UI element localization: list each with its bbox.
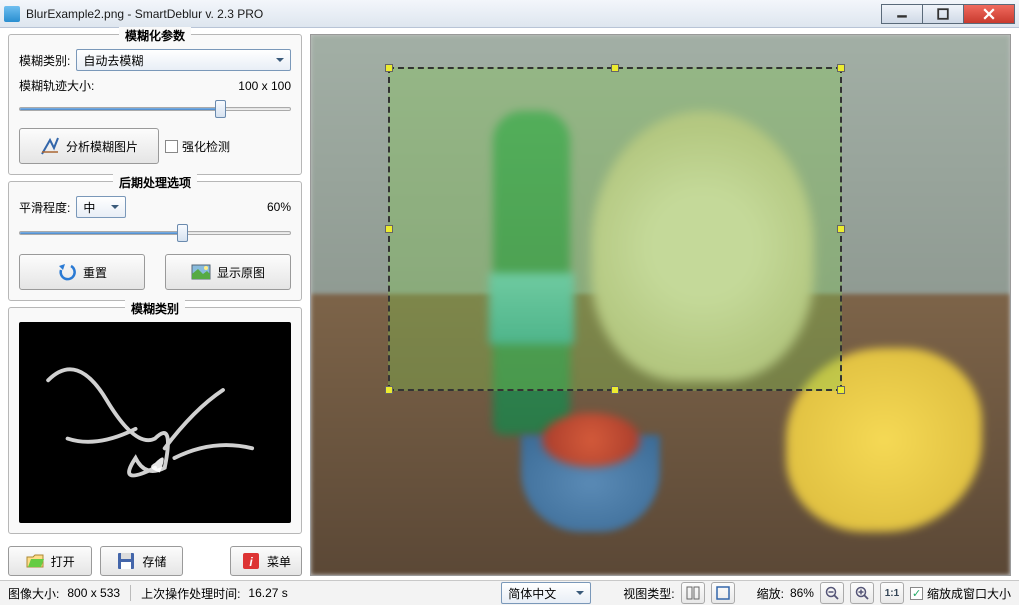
info-icon: i <box>241 551 261 571</box>
smooth-slider[interactable] <box>19 224 291 242</box>
view-single-button[interactable] <box>711 582 735 604</box>
close-button[interactable] <box>963 4 1015 24</box>
blur-size-value: 100 x 100 <box>229 79 291 93</box>
smooth-combo[interactable]: 中 <box>76 196 126 218</box>
kernel-preview <box>19 322 291 523</box>
open-icon <box>25 551 45 571</box>
resize-handle[interactable] <box>385 225 393 233</box>
view-split-button[interactable] <box>681 582 705 604</box>
post-process-group: 后期处理选项 平滑程度: 中 60% 重置 显示原图 <box>8 181 302 301</box>
last-op-value: 16.27 s <box>248 586 287 600</box>
open-button[interactable]: 打开 <box>8 546 92 576</box>
app-icon <box>4 6 20 22</box>
undo-icon <box>57 262 77 282</box>
selection-rect[interactable] <box>388 67 842 391</box>
last-op-label: 上次操作处理时间: <box>141 585 240 602</box>
fit-window-checkbox[interactable]: 缩放成窗口大小 <box>910 585 1011 602</box>
resize-handle[interactable] <box>837 64 845 72</box>
resize-handle[interactable] <box>837 225 845 233</box>
view-type-label: 视图类型: <box>623 585 674 602</box>
left-panel: 模糊化参数 模糊类别: 自动去模糊 模糊轨迹大小: 100 x 100 分析模糊… <box>0 28 310 580</box>
blur-type-label: 模糊类别: <box>19 52 70 69</box>
post-legend: 后期处理选项 <box>113 174 197 191</box>
checkbox-icon <box>910 587 923 600</box>
zoom-label: 缩放: <box>757 585 784 602</box>
image-icon <box>191 262 211 282</box>
menu-button[interactable]: i 菜单 <box>230 546 302 576</box>
resize-handle[interactable] <box>385 64 393 72</box>
zoom-value: 86% <box>790 586 814 600</box>
zoom-out-button[interactable] <box>820 582 844 604</box>
reset-button[interactable]: 重置 <box>19 254 145 290</box>
image-size-value: 800 x 533 <box>67 586 120 600</box>
smooth-label: 平滑程度: <box>19 199 70 216</box>
minimize-button[interactable] <box>881 4 923 24</box>
aggressive-checkbox[interactable]: 强化检测 <box>165 138 230 155</box>
save-icon <box>116 551 136 571</box>
resize-handle[interactable] <box>611 386 619 394</box>
image-viewer[interactable] <box>310 34 1011 576</box>
resize-handle[interactable] <box>837 386 845 394</box>
analyze-button[interactable]: 分析模糊图片 <box>19 128 159 164</box>
blur-type-combo[interactable]: 自动去模糊 <box>76 49 291 71</box>
show-original-button[interactable]: 显示原图 <box>165 254 291 290</box>
zoom-actual-button[interactable]: 1:1 <box>880 582 904 604</box>
blur-params-legend: 模糊化参数 <box>119 27 191 44</box>
resize-handle[interactable] <box>385 386 393 394</box>
blur-params-group: 模糊化参数 模糊类别: 自动去模糊 模糊轨迹大小: 100 x 100 分析模糊… <box>8 34 302 175</box>
maximize-button[interactable] <box>922 4 964 24</box>
title-bar: BlurExample2.png - SmartDeblur v. 2.3 PR… <box>0 0 1019 28</box>
status-bar: 图像大小: 800 x 533 上次操作处理时间: 16.27 s 简体中文 视图… <box>0 580 1019 605</box>
kernel-legend: 模糊类别 <box>125 300 185 317</box>
image-size-label: 图像大小: <box>8 585 59 602</box>
language-combo[interactable]: 简体中文 <box>501 582 591 604</box>
window-title: BlurExample2.png - SmartDeblur v. 2.3 PR… <box>26 7 263 21</box>
zoom-in-button[interactable] <box>850 582 874 604</box>
kernel-group: 模糊类别 <box>8 307 302 534</box>
blur-size-label: 模糊轨迹大小: <box>19 77 94 94</box>
smooth-pct: 60% <box>267 200 291 214</box>
analyze-icon <box>40 136 60 156</box>
checkbox-icon <box>165 140 178 153</box>
blur-size-slider[interactable] <box>19 100 291 118</box>
save-button[interactable]: 存储 <box>100 546 184 576</box>
resize-handle[interactable] <box>611 64 619 72</box>
